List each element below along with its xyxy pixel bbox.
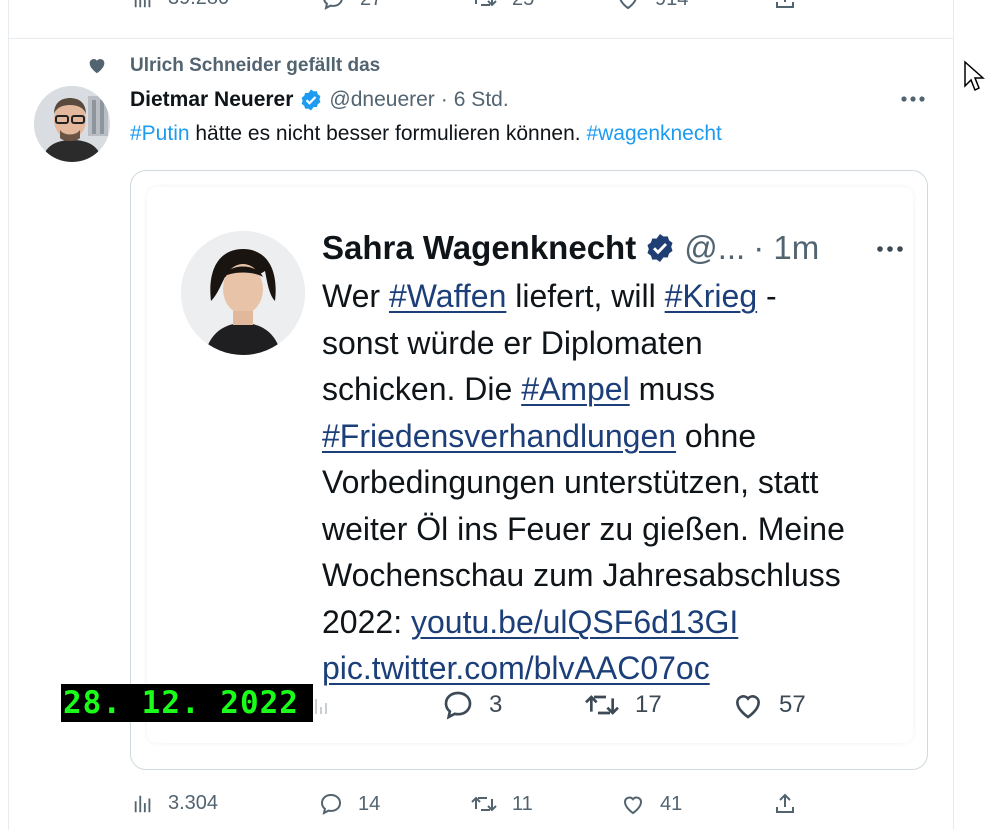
quoted-actions: 3 17 57 (307, 687, 847, 727)
hashtag-wagenknecht[interactable]: #wagenknecht (586, 122, 721, 145)
quoted-handle: @... (684, 229, 746, 266)
quoted-line-3: schicken. Die #Ampel muss (322, 366, 912, 413)
quoted-line-9: pic.twitter.com/blvAAC07oc (322, 645, 912, 692)
quoted-tweet-screenshot: Sahra Wagenknecht @... · 1m Wer #Waffen … (147, 187, 913, 743)
quoted-verified-icon (647, 234, 673, 262)
quoted-reply: 3 (441, 689, 502, 721)
social-context-text[interactable]: Ulrich Schneider gefällt das (130, 55, 380, 77)
quoted-line-2: sonst würde er Diplomaten (322, 324, 703, 361)
retweet-count: 11 (512, 792, 533, 815)
tweet-header: Dietmar Neuerer @dneuerer · 6 Std. (130, 86, 509, 114)
quoted-like-count: 57 (779, 691, 806, 718)
quoted-header: Sahra Wagenknecht @... · 1m (322, 227, 819, 269)
retweet-icon (471, 796, 497, 812)
tweet-text: #Putin hätte es nicht besser formulieren… (130, 122, 722, 146)
quoted-text-segment: - (757, 278, 777, 314)
author-avatar[interactable] (34, 86, 110, 162)
share-icon (776, 793, 794, 813)
quoted-author-avatar (181, 231, 305, 355)
cursor-icon (964, 60, 985, 92)
quoted-like-icon (735, 695, 761, 719)
quoted-reply-count: 3 (489, 691, 503, 718)
prev-like-button[interactable]: 914 (615, 0, 688, 11)
prev-reply-count: 27 (360, 0, 382, 11)
quoted-text-segment: Wer (322, 278, 389, 314)
quoted-like: 57 (731, 689, 806, 721)
quoted-text-segment: schicken. Die (322, 371, 522, 407)
tweet-divider (8, 38, 954, 39)
retweet-button[interactable]: 11 (470, 792, 533, 816)
views-count: 3.304 (168, 792, 219, 814)
youtube-link: youtu.be/ulQSF6d13GI (410, 603, 739, 640)
author-name[interactable]: Dietmar Neuerer (130, 88, 293, 112)
prev-retweet-count: 25 (512, 0, 534, 11)
quoted-text-segment: ohne (676, 417, 757, 454)
attached-image-card[interactable]: Sahra Wagenknecht @... · 1m Wer #Waffen … (130, 170, 928, 770)
views-icon (134, 0, 151, 7)
author-avatar-image (34, 86, 110, 162)
quoted-retweet-icon (585, 695, 619, 715)
hashtag-krieg: #Krieg (664, 278, 758, 314)
more-icon[interactable] (898, 89, 928, 109)
quoted-time: · 1m (753, 229, 820, 266)
reply-icon (320, 793, 342, 815)
like-icon (619, 0, 637, 10)
prev-like-count: 914 (655, 0, 688, 11)
reply-icon (323, 0, 343, 10)
quoted-more-icon (877, 246, 903, 252)
quoted-line-5: Vorbedingungen unterstützen, statt (322, 464, 819, 500)
prev-views-button[interactable]: 39.280 (132, 0, 229, 10)
tweet-time[interactable]: 6 Std. (454, 88, 509, 112)
quoted-retweet-count: 17 (635, 691, 662, 718)
quoted-tweet-text: Wer #Waffen liefert, will #Krieg - sonst… (322, 273, 912, 692)
author-handle[interactable]: @dneuerer (329, 88, 434, 112)
like-count: 41 (660, 792, 683, 815)
prev-retweet-button[interactable]: 25 (470, 0, 534, 11)
prev-reply-button[interactable]: 27 (320, 0, 382, 11)
reply-button[interactable]: 14 (318, 792, 380, 816)
quoted-retweet: 17 (583, 689, 662, 721)
hashtag-friedensverhandlungen: #Friedensverhandlungen (322, 417, 677, 454)
quoted-line-4: #Friedensverhandlungen ohne (322, 413, 912, 460)
heart-icon (89, 59, 105, 74)
quoted-author-name: Sahra Wagenknecht (322, 229, 637, 266)
prev-views-count: 39.280 (168, 0, 229, 10)
share-icon (776, 0, 794, 8)
quoted-line-6: weiter Öl ins Feuer zu gießen. Meine (322, 510, 845, 547)
prev-share-button[interactable] (773, 0, 797, 11)
like-button[interactable]: 41 (620, 792, 682, 816)
views-button[interactable]: 3.304 (132, 792, 218, 815)
quoted-text-segment: liefert, will (506, 278, 665, 314)
date-stamp-overlay: 28. 12. 2022 (61, 684, 313, 722)
quoted-text-segment: 2022: (322, 603, 411, 640)
like-icon (623, 796, 643, 815)
header-separator: · (440, 88, 448, 111)
tweet-text-body: hätte es nicht besser formulieren können… (189, 122, 587, 145)
quoted-line-8: 2022: youtu.be/ulQSF6d13GI (322, 599, 912, 646)
hashtag-ampel: #Ampel (521, 371, 630, 407)
quoted-line-7: Wochenschau zum Jahresabschluss (322, 557, 841, 593)
views-icon (134, 795, 151, 812)
share-button[interactable] (773, 792, 797, 816)
reply-count: 14 (358, 792, 381, 815)
quoted-reply-icon (444, 691, 472, 720)
verified-icon (302, 89, 321, 111)
quoted-text-segment: muss (629, 371, 716, 407)
hashtag-waffen: #Waffen (388, 278, 507, 314)
hashtag-putin[interactable]: #Putin (130, 122, 190, 145)
pic-twitter-link: pic.twitter.com/blvAAC07oc (322, 650, 710, 686)
quoted-line-1: Wer #Waffen liefert, will #Krieg - (322, 273, 912, 320)
retweet-icon (475, 0, 497, 7)
quoted-avatar-image (181, 231, 305, 355)
